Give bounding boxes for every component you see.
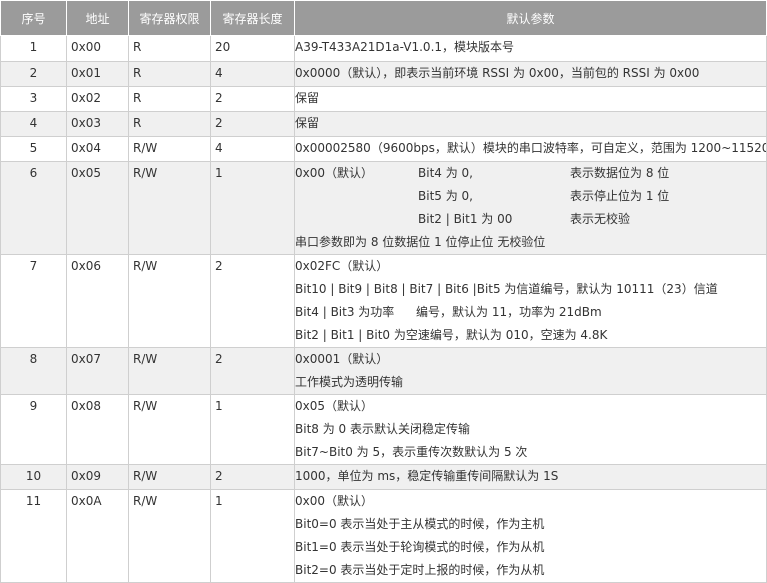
cell-permission: R/W (128, 489, 211, 583)
default-line: 0x05（默认） (295, 399, 374, 413)
cell-default: 保留 (294, 86, 767, 112)
cell-permission: R (128, 111, 211, 137)
default-line: 0x02FC（默认） (295, 259, 389, 273)
table-row: 4 0x03 R 2 保留 (0, 111, 767, 137)
default-line: Bit4 | Bit3 为功率 编号，默认为 11，功率为 21dBm (295, 305, 602, 319)
default-line: Bit5 为 0, 表示停止位为 1 位 (418, 189, 670, 203)
default-line: Bit8 为 0 表示默认关闭稳定传输 (295, 422, 470, 436)
cell-address: 0x09 (66, 464, 129, 490)
cell-address: 0x07 (66, 347, 129, 395)
cell-default: 0x00（默认） Bit4 为 0, 表示数据位为 8 位 Bit5 为 0, … (294, 161, 767, 255)
cell-length: 4 (210, 61, 295, 87)
cell-permission: R/W (128, 254, 211, 348)
table-row: 7 0x06 R/W 2 0x02FC（默认） Bit10 | Bit9 | B… (0, 254, 767, 348)
cell-permission: R/W (128, 161, 211, 255)
default-line: Bit7~Bit0 为 5，表示重传次数默认为 5 次 (295, 445, 528, 459)
table-row: 2 0x01 R 4 0x0000（默认），即表示当前环境 RSSI 为 0x0… (0, 61, 767, 87)
table-row: 10 0x09 R/W 2 1000，单位为 ms，稳定传输重传间隔默认为 1S (0, 464, 767, 490)
cell-index: 7 (0, 254, 67, 348)
table-row: 5 0x04 R/W 4 0x00002580（9600bps，默认）模块的串口… (0, 136, 767, 162)
header-permission: 寄存器权限 (128, 0, 211, 36)
cell-index: 3 (0, 86, 67, 112)
cell-permission: R (128, 61, 211, 87)
cell-length: 2 (210, 111, 295, 137)
default-line: 0x0000（默认），即表示当前环境 RSSI 为 0x00，当前包的 RSSI… (295, 66, 700, 80)
cell-default: 保留 (294, 111, 767, 137)
default-line: 0x00（默认） Bit4 为 0, 表示数据位为 8 位 (295, 166, 670, 180)
cell-length: 2 (210, 254, 295, 348)
cell-length: 4 (210, 136, 295, 162)
cell-address: 0x0A (66, 489, 129, 583)
default-line: Bit10 | Bit9 | Bit8 | Bit7 | Bit6 |Bit5 … (295, 282, 718, 296)
cell-permission: R/W (128, 394, 211, 465)
default-line: 0x0001（默认） (295, 352, 389, 366)
header-address: 地址 (66, 0, 129, 36)
cell-default: 1000，单位为 ms，稳定传输重传间隔默认为 1S (294, 464, 767, 490)
cell-permission: R (128, 86, 211, 112)
table-row: 8 0x07 R/W 2 0x0001（默认） 工作模式为透明传输 (0, 347, 767, 395)
table-row: 11 0x0A R/W 1 0x00（默认） Bit0=0 表示当处于主从模式的… (0, 489, 767, 583)
default-line: Bit2 | Bit1 | Bit0 为空速编号，默认为 010，空速为 4.8… (295, 328, 608, 342)
default-line: 保留 (295, 91, 320, 105)
cell-length: 1 (210, 161, 295, 255)
default-line: 0x00002580（9600bps，默认）模块的串口波特率，可自定义，范围为 … (295, 141, 766, 155)
cell-permission: R/W (128, 136, 211, 162)
cell-address: 0x05 (66, 161, 129, 255)
cell-index: 1 (0, 35, 67, 62)
cell-length: 1 (210, 394, 295, 465)
default-line: 工作模式为透明传输 (295, 375, 404, 389)
cell-permission: R (128, 35, 211, 62)
cell-index: 5 (0, 136, 67, 162)
cell-address: 0x04 (66, 136, 129, 162)
cell-default: 0x02FC（默认） Bit10 | Bit9 | Bit8 | Bit7 | … (294, 254, 767, 348)
default-line: A39-T433A21D1a-V1.0.1，模块版本号 (295, 40, 515, 54)
default-line: Bit0=0 表示当处于主从模式的时候，作为主机 (295, 517, 545, 531)
cell-default: 0x0001（默认） 工作模式为透明传输 (294, 347, 767, 395)
cell-index: 10 (0, 464, 67, 490)
cell-address: 0x08 (66, 394, 129, 465)
register-table: 序号 地址 寄存器权限 寄存器长度 默认参数 1 0x00 R 20 A39-T… (0, 0, 767, 583)
cell-index: 9 (0, 394, 67, 465)
cell-length: 2 (210, 86, 295, 112)
default-line: 0x00（默认） (295, 494, 374, 508)
cell-address: 0x06 (66, 254, 129, 348)
default-line: 1000，单位为 ms，稳定传输重传间隔默认为 1S (295, 469, 559, 483)
table-row: 3 0x02 R 2 保留 (0, 86, 767, 112)
cell-address: 0x01 (66, 61, 129, 87)
default-line: Bit1=0 表示当处于轮询模式的时候，作为从机 (295, 540, 545, 554)
cell-permission: R/W (128, 464, 211, 490)
cell-index: 6 (0, 161, 67, 255)
cell-length: 1 (210, 489, 295, 583)
header-length: 寄存器长度 (210, 0, 295, 36)
cell-permission: R/W (128, 347, 211, 395)
table-header-row: 序号 地址 寄存器权限 寄存器长度 默认参数 (0, 0, 767, 36)
default-line: 串口参数即为 8 位数据位 1 位停止位 无校验位 (295, 235, 546, 249)
header-index: 序号 (0, 0, 67, 36)
cell-default: A39-T433A21D1a-V1.0.1，模块版本号 (294, 35, 767, 62)
cell-length: 20 (210, 35, 295, 62)
cell-length: 2 (210, 347, 295, 395)
table-row: 9 0x08 R/W 1 0x05（默认） Bit8 为 0 表示默认关闭稳定传… (0, 394, 767, 465)
cell-index: 2 (0, 61, 67, 87)
default-line: Bit2=0 表示当处于定时上报的时候，作为从机 (295, 563, 545, 577)
cell-address: 0x03 (66, 111, 129, 137)
cell-default: 0x00（默认） Bit0=0 表示当处于主从模式的时候，作为主机 Bit1=0… (294, 489, 767, 583)
table-row: 1 0x00 R 20 A39-T433A21D1a-V1.0.1，模块版本号 (0, 35, 767, 62)
cell-default: 0x00002580（9600bps，默认）模块的串口波特率，可自定义，范围为 … (294, 136, 767, 162)
cell-index: 8 (0, 347, 67, 395)
cell-address: 0x00 (66, 35, 129, 62)
cell-index: 4 (0, 111, 67, 137)
cell-default: 0x0000（默认），即表示当前环境 RSSI 为 0x00，当前包的 RSSI… (294, 61, 767, 87)
default-line: 保留 (295, 116, 320, 130)
table-row: 6 0x05 R/W 1 0x00（默认） Bit4 为 0, 表示数据位为 8… (0, 161, 767, 255)
cell-length: 2 (210, 464, 295, 490)
cell-default: 0x05（默认） Bit8 为 0 表示默认关闭稳定传输 Bit7~Bit0 为… (294, 394, 767, 465)
default-line: Bit2 | Bit1 为 00 表示无校验 (418, 212, 631, 226)
header-default: 默认参数 (294, 0, 767, 36)
cell-address: 0x02 (66, 86, 129, 112)
cell-index: 11 (0, 489, 67, 583)
